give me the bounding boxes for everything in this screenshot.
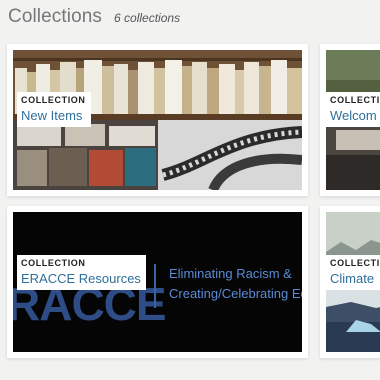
collection-label: COLLECTION Welcom <box>326 92 380 127</box>
collection-name-link[interactable]: Climate <box>330 270 380 287</box>
collection-name-link[interactable]: Welcom <box>330 107 380 124</box>
collection-label: COLLECTION Climate <box>326 255 380 290</box>
eracce-tagline-line-1: Eliminating Racism & <box>169 266 292 281</box>
eracce-tagline: Eliminating Racism & Creating/Celebratin… <box>169 264 302 304</box>
collection-card-eracce[interactable]: RACCE Eliminating Racism & Creating/Cele… <box>7 206 308 358</box>
collection-card-welcome[interactable]: COLLECTION Welcom <box>320 44 380 196</box>
page-title: Collections <box>8 6 103 27</box>
collection-kicker: COLLECTION <box>330 258 380 268</box>
eracce-divider <box>154 264 156 308</box>
collection-kicker: COLLECTION <box>21 95 86 105</box>
collection-name-link[interactable]: ERACCE Resources <box>21 270 141 287</box>
collection-card-climate[interactable]: COLLECTION Climate <box>320 206 380 358</box>
collections-page: Collections 6 collections COLLECTION New… <box>0 0 380 380</box>
collection-kicker: COLLECTION <box>330 95 380 105</box>
collection-label: COLLECTION New Items <box>17 92 91 127</box>
collection-name-link[interactable]: New Items <box>21 107 86 124</box>
eracce-tagline-line-2: Creating/Celebrating Equ <box>169 286 302 301</box>
collection-kicker: COLLECTION <box>21 258 86 268</box>
collection-card-new-items[interactable]: COLLECTION New Items <box>7 44 308 196</box>
collection-count: 6 collections <box>114 11 181 25</box>
collection-label: COLLECTION ERACCE Resources <box>17 255 146 290</box>
collections-header: Collections 6 collections <box>8 6 180 28</box>
